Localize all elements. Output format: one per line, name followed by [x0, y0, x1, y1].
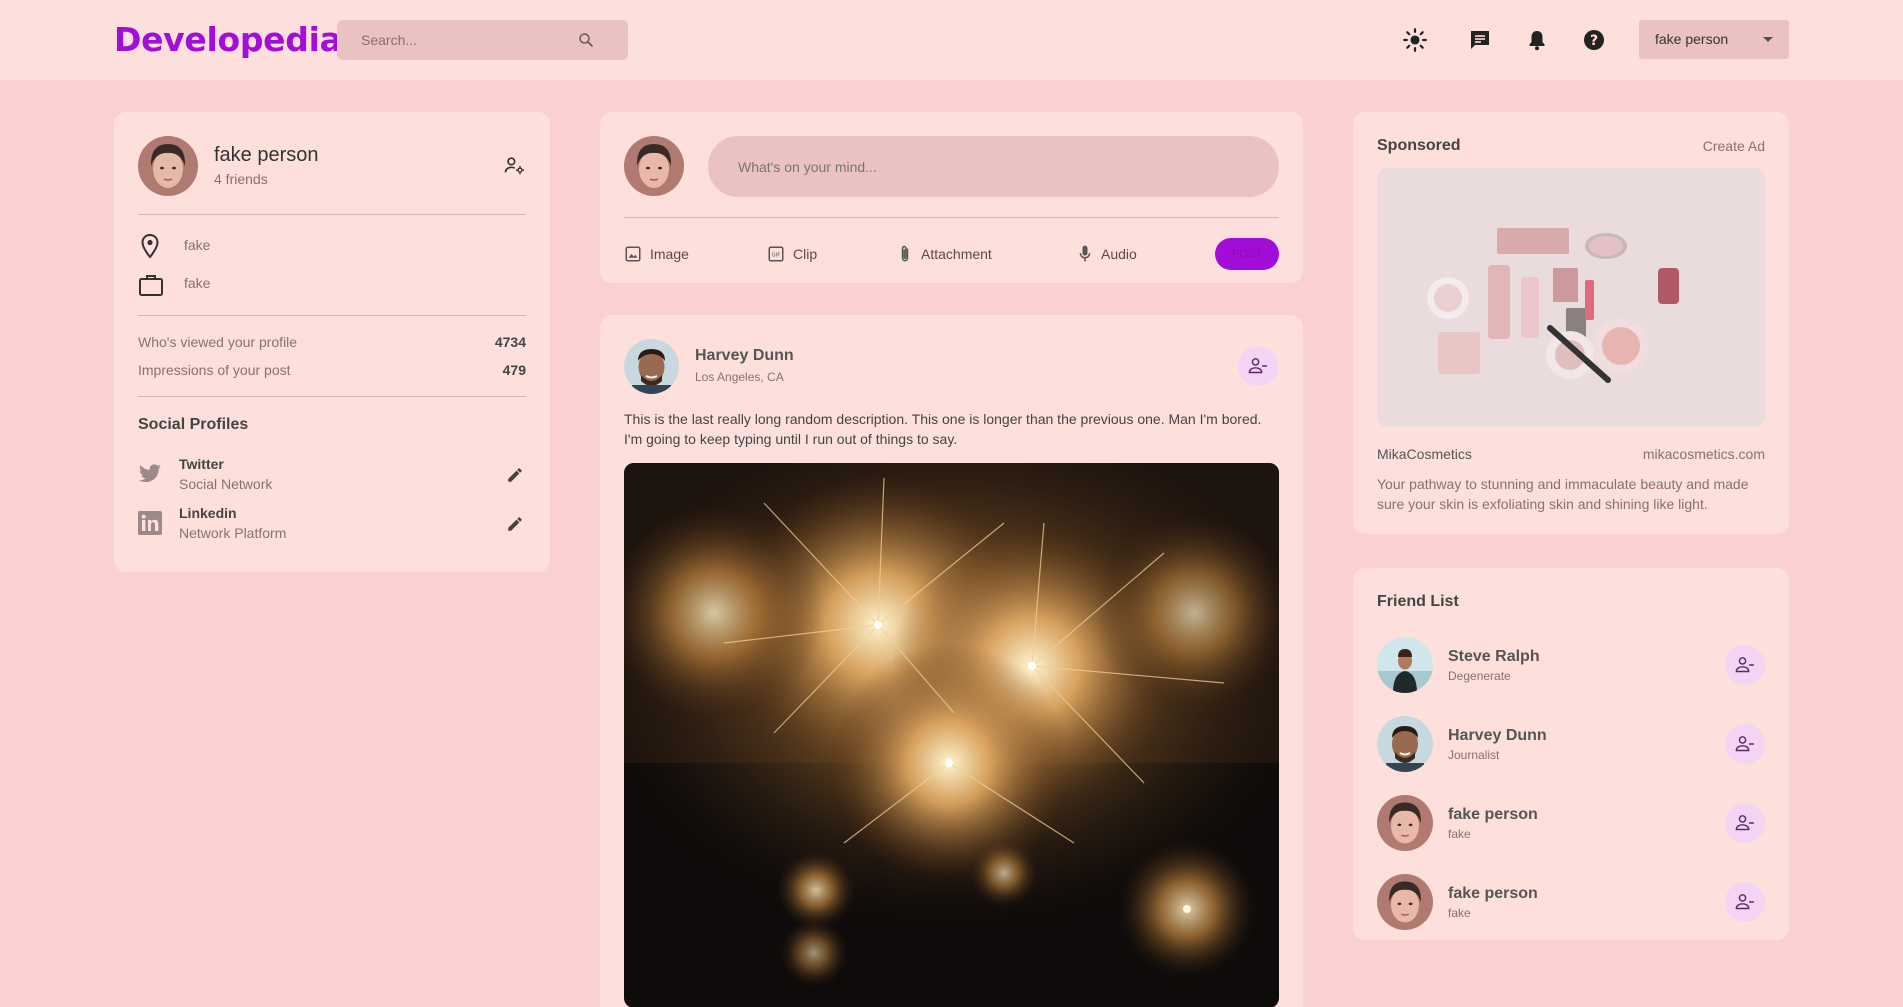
create-ad-link[interactable]: Create Ad: [1703, 138, 1765, 154]
friend-name[interactable]: fake person: [1448, 806, 1538, 824]
svg-text:?: ?: [1590, 33, 1598, 49]
friend-subtitle: fake: [1448, 906, 1471, 920]
post-button[interactable]: POST: [1215, 238, 1279, 270]
divider: [138, 214, 526, 215]
divider: [138, 396, 526, 397]
social-type: Social Network: [179, 476, 273, 492]
post-input-wrapper: [708, 136, 1279, 197]
stat-label: Impressions of your post: [138, 362, 291, 378]
briefcase-icon: [138, 272, 164, 303]
user-select-dropdown[interactable]: fake person: [1639, 20, 1789, 59]
clip-action-label: Clip: [793, 246, 818, 262]
social-name[interactable]: Twitter: [179, 456, 224, 472]
divider: [624, 217, 1279, 218]
friend-subtitle: Degenerate: [1448, 669, 1511, 683]
search-icon[interactable]: [577, 31, 595, 54]
attachment-icon: [901, 245, 909, 262]
stat-label: Who's viewed your profile: [138, 334, 298, 350]
avatar[interactable]: [1377, 637, 1433, 693]
message-icon[interactable]: [1465, 25, 1495, 55]
user-select-value: fake person: [1655, 31, 1729, 47]
microphone-icon: [1079, 245, 1091, 262]
edit-icon[interactable]: [506, 515, 524, 538]
image-icon: [625, 246, 641, 262]
avatar[interactable]: [624, 339, 679, 394]
friend-name[interactable]: Harvey Dunn: [1448, 727, 1547, 745]
attachment-action-button[interactable]: Attachment: [897, 243, 992, 265]
linkedin-icon: [138, 511, 162, 540]
divider: [138, 315, 526, 316]
cosmetics-image: [1377, 168, 1765, 427]
audio-action-button[interactable]: Audio: [1077, 243, 1137, 265]
post-location: Los Angeles, CA: [695, 370, 784, 384]
avatar[interactable]: [1377, 795, 1433, 851]
profile-occupation: fake: [184, 275, 211, 291]
social-profiles-title: Social Profiles: [138, 416, 249, 433]
edit-icon[interactable]: [506, 466, 524, 489]
clip-action-button[interactable]: GIF Clip: [767, 243, 817, 265]
profile-card: fake person 4 friends fake fake Who's vi…: [114, 112, 550, 572]
post-image[interactable]: [624, 463, 1279, 1007]
social-type: Network Platform: [179, 525, 287, 541]
remove-friend-button[interactable]: [1725, 882, 1765, 922]
ad-url-link[interactable]: mikacosmetics.com: [1643, 446, 1765, 462]
manage-account-icon[interactable]: [504, 156, 526, 181]
help-icon[interactable]: ?: [1579, 25, 1609, 55]
friend-list-card: Friend List Steve Ralph Degenerate Harve…: [1353, 568, 1789, 940]
image-action-label: Image: [650, 246, 689, 262]
person-remove-icon: [1735, 894, 1754, 910]
sponsored-ad-card: Sponsored Create Ad MikaCosmetics mikaco…: [1353, 112, 1789, 534]
friend-count: 4 friends: [214, 171, 268, 187]
friend-list-title: Friend List: [1377, 593, 1459, 610]
top-navbar: Developedia ? fake person: [0, 0, 1903, 80]
profile-location: fake: [184, 237, 211, 253]
avatar[interactable]: [138, 136, 198, 196]
remove-friend-button[interactable]: [1238, 346, 1278, 386]
audio-action-label: Audio: [1101, 246, 1137, 262]
light-mode-icon[interactable]: [1400, 25, 1430, 55]
ad-brand[interactable]: MikaCosmetics: [1377, 446, 1472, 462]
image-action-button[interactable]: Image: [624, 243, 689, 265]
stat-value: 4734: [494, 334, 526, 350]
friend-name[interactable]: Steve Ralph: [1448, 648, 1540, 666]
post-description: This is the last really long random desc…: [624, 411, 1262, 447]
ad-image[interactable]: [1377, 168, 1765, 427]
person-remove-icon: [1735, 657, 1754, 673]
person-remove-icon: [1248, 358, 1267, 374]
avatar[interactable]: [624, 136, 684, 196]
location-icon: [138, 233, 162, 264]
avatar[interactable]: [1377, 716, 1433, 772]
friend-name[interactable]: fake person: [1448, 885, 1538, 903]
fireworks-image: [624, 463, 1279, 1007]
avatar[interactable]: [1377, 874, 1433, 930]
notification-icon[interactable]: [1522, 25, 1552, 55]
search-bar: [337, 20, 628, 60]
friend-subtitle: Journalist: [1448, 748, 1500, 762]
remove-friend-button[interactable]: [1725, 724, 1765, 764]
person-remove-icon: [1735, 815, 1754, 831]
svg-text:GIF: GIF: [772, 252, 781, 258]
stat-value: 479: [502, 362, 526, 378]
remove-friend-button[interactable]: [1725, 803, 1765, 843]
app-logo[interactable]: Developedia: [114, 20, 342, 59]
person-remove-icon: [1735, 736, 1754, 752]
gif-icon: GIF: [768, 246, 784, 262]
attachment-action-label: Attachment: [921, 246, 992, 262]
twitter-icon: [138, 464, 162, 489]
ad-description: Your pathway to stunning and immaculate …: [1377, 476, 1749, 512]
social-name[interactable]: Linkedin: [179, 505, 237, 521]
friend-subtitle: fake: [1448, 827, 1471, 841]
post-author[interactable]: Harvey Dunn: [695, 347, 794, 365]
profile-name[interactable]: fake person: [214, 144, 319, 167]
chevron-down-icon: [1763, 37, 1773, 42]
search-input[interactable]: [361, 20, 571, 60]
feed-post: Harvey Dunn Los Angeles, CA This is the …: [600, 315, 1303, 1007]
post-input[interactable]: [738, 136, 1258, 197]
sponsored-title: Sponsored: [1377, 137, 1461, 154]
remove-friend-button[interactable]: [1725, 645, 1765, 685]
